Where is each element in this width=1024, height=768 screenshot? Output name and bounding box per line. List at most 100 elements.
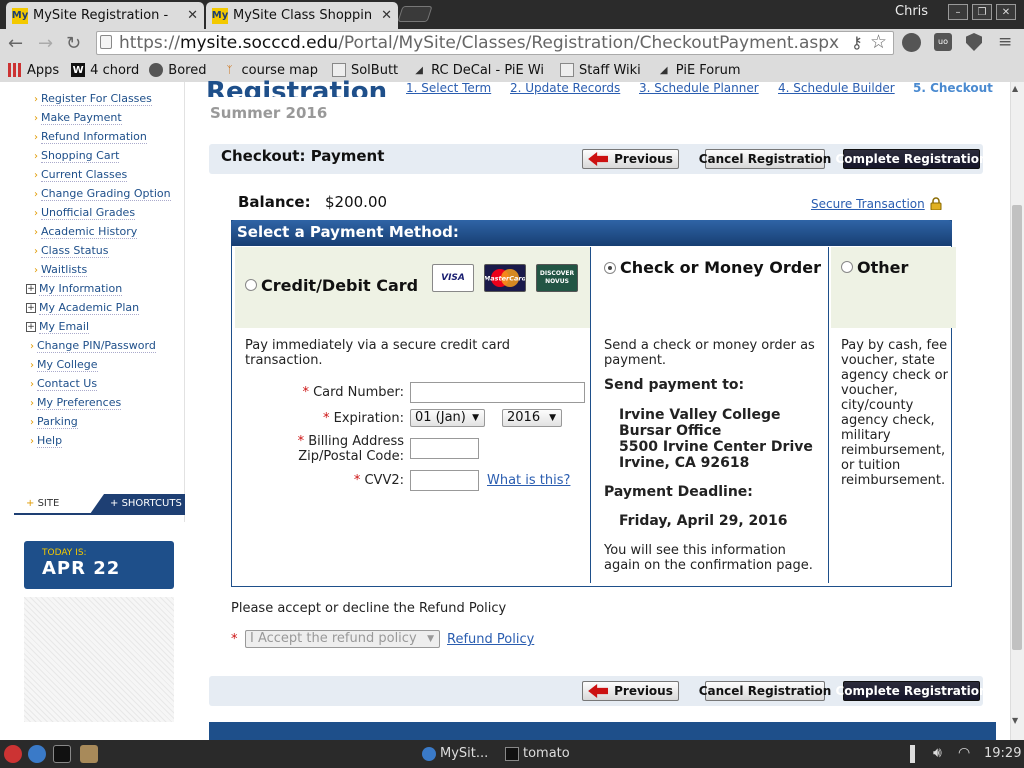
taskbar-item-browser[interactable]: MySit... xyxy=(422,746,488,761)
zip-code-input[interactable] xyxy=(410,438,479,459)
address-bar[interactable]: https://mysite.socccd.edu/Portal/MySite/… xyxy=(96,31,894,55)
sidebar-item[interactable]: › Contact Us xyxy=(30,377,98,391)
check-option-label: Check or Money Order xyxy=(620,258,821,277)
complete-registration-button-bottom[interactable]: Complete Registration xyxy=(835,681,988,701)
check-radio[interactable] xyxy=(604,262,616,274)
previous-button[interactable]: Previous xyxy=(582,149,679,169)
reload-icon[interactable]: ↻ xyxy=(66,33,81,54)
taskbar-item-terminal[interactable]: tomato xyxy=(505,746,570,761)
bookmark-staff-wiki[interactable]: Staff Wiki xyxy=(560,63,641,78)
sidebar-item[interactable]: › Shopping Cart xyxy=(34,149,120,163)
bookmark-pie-forum[interactable]: ◢ PiE Forum xyxy=(657,63,741,78)
other-radio[interactable] xyxy=(841,261,853,273)
step-schedule-builder[interactable]: 4. Schedule Builder xyxy=(778,81,895,95)
balance-value: $200.00 xyxy=(325,193,388,211)
complete-registration-button[interactable]: Complete Registration xyxy=(835,149,988,169)
chevron-down-icon: ▼ xyxy=(427,634,434,644)
sidebar-item[interactable]: › Register For Classes xyxy=(34,92,152,106)
minimize-icon[interactable]: – xyxy=(948,4,968,20)
sidebar-item[interactable]: › Make Payment xyxy=(34,111,122,125)
sidebar-item[interactable]: + My Email xyxy=(26,320,90,334)
tab-title: MySite Registration - xyxy=(33,8,169,23)
scroll-up-icon[interactable]: ▲ xyxy=(1012,84,1018,93)
expand-plus-icon: + xyxy=(26,322,36,332)
sidebar-item[interactable]: › Change PIN/Password xyxy=(30,339,156,353)
sidebar-item[interactable]: › Unofficial Grades xyxy=(34,206,136,220)
cvv-help-link[interactable]: What is this? xyxy=(487,473,570,488)
card-radio[interactable] xyxy=(245,279,257,291)
sidebar-item[interactable]: › Change Grading Option xyxy=(34,187,171,201)
volume-icon[interactable]: 🔊︎ xyxy=(933,745,942,761)
sidebar-item[interactable]: › Refund Information xyxy=(34,130,147,144)
site-tab[interactable]: + SITE xyxy=(14,494,94,514)
card-number-input[interactable] xyxy=(410,382,585,403)
scrollbar-thumb[interactable] xyxy=(1012,205,1022,650)
extension-speed-icon[interactable] xyxy=(902,33,921,52)
bullet-chevron-icon: › xyxy=(30,379,34,390)
bookmark-rc-decal[interactable]: ◢ RC DeCal - PiE Wi xyxy=(412,63,544,78)
menu-icon[interactable]: ≡ xyxy=(998,32,1012,52)
close-tab-icon[interactable]: ✕ xyxy=(381,8,392,23)
sidebar-item[interactable]: + My Information xyxy=(26,282,123,296)
exp-year-value: 2016 xyxy=(507,410,541,425)
battery-icon[interactable] xyxy=(910,745,915,763)
secure-transaction-link[interactable]: Secure Transaction xyxy=(811,197,925,211)
refund-policy-link[interactable]: Refund Policy xyxy=(447,632,534,647)
back-arrow-icon xyxy=(588,152,609,166)
cvv-label: * CVV2: xyxy=(245,473,404,488)
step-select-term[interactable]: 1. Select Term xyxy=(406,81,491,95)
sidebar-item-label: Make Payment xyxy=(41,111,122,125)
bookmark-bored[interactable]: Bored xyxy=(149,63,206,78)
shortcuts-tab[interactable]: + SHORTCUTS xyxy=(90,494,185,514)
sidebar-item[interactable]: › My Preferences xyxy=(30,396,122,410)
scroll-down-icon[interactable]: ▼ xyxy=(1012,716,1018,725)
profile-name[interactable]: Chris xyxy=(895,4,928,19)
sidebar-item[interactable]: › Class Status xyxy=(34,244,109,258)
sidebar-item[interactable]: + My Academic Plan xyxy=(26,301,140,315)
files-icon[interactable] xyxy=(80,745,98,763)
clock[interactable]: 19:29 xyxy=(984,746,1021,761)
previous-button-bottom[interactable]: Previous xyxy=(582,681,679,701)
terminal-icon[interactable] xyxy=(53,745,71,763)
cancel-registration-button-bottom[interactable]: Cancel Registration xyxy=(699,681,831,701)
address-line: Irvine, CA 92618 xyxy=(619,455,750,471)
back-icon[interactable]: ← xyxy=(8,33,23,54)
mysite-favicon-icon: My xyxy=(12,7,28,24)
sidebar-item-label: My Academic Plan xyxy=(39,301,140,315)
new-tab-button[interactable] xyxy=(397,6,433,22)
sidebar-item-label: My College xyxy=(37,358,98,372)
bookmark-star-icon[interactable]: ☆ xyxy=(870,31,887,53)
close-window-icon[interactable]: ✕ xyxy=(996,4,1016,20)
wikipedia-icon: W xyxy=(71,63,86,77)
cancel-registration-button[interactable]: Cancel Registration xyxy=(699,149,831,169)
cvv-input[interactable] xyxy=(410,470,479,491)
bullet-chevron-icon: › xyxy=(34,227,38,238)
column-divider xyxy=(828,247,829,583)
page-info-icon[interactable] xyxy=(100,35,112,49)
ublock-icon[interactable]: uo xyxy=(934,33,952,51)
step-update-records[interactable]: 2. Update Records xyxy=(510,81,620,95)
close-tab-icon[interactable]: ✕ xyxy=(187,8,198,23)
expand-plus-icon: + xyxy=(26,284,36,294)
bookmark-apps[interactable]: Apps xyxy=(8,63,59,78)
wifi-icon[interactable]: ◠ xyxy=(958,745,970,761)
expiration-year-select[interactable]: 2016 ▼ xyxy=(502,409,562,427)
sidebar-item[interactable]: › My College xyxy=(30,358,98,372)
expiration-month-select[interactable]: 01 (Jan) ▼ xyxy=(410,409,485,427)
refund-policy-select[interactable]: I Accept the refund policy ▼ xyxy=(245,630,440,648)
shortcuts-tab-label: SHORTCUTS xyxy=(121,498,182,509)
sidebar-item[interactable]: › Current Classes xyxy=(34,168,128,182)
sidebar-item[interactable]: › Waitlists xyxy=(34,263,88,277)
forward-icon[interactable]: → xyxy=(38,33,53,54)
key-icon[interactable]: ⚷ xyxy=(851,33,863,52)
sidebar-item[interactable]: › Academic History xyxy=(34,225,138,239)
sidebar-item[interactable]: › Parking xyxy=(30,415,78,429)
restore-icon[interactable]: ❐ xyxy=(972,4,992,20)
browser-tab-shopping[interactable]: My MySite Class Shoppin ✕ xyxy=(206,2,398,29)
browser-tab-registration[interactable]: My MySite Registration - ✕ xyxy=(6,2,204,29)
os-menu-icon[interactable] xyxy=(4,745,22,763)
chrome-icon[interactable] xyxy=(28,745,46,763)
step-schedule-planner[interactable]: 3. Schedule Planner xyxy=(639,81,759,95)
bookmark-4chord[interactable]: W 4 chord xyxy=(71,63,139,78)
sidebar-item[interactable]: › Help xyxy=(30,434,63,448)
